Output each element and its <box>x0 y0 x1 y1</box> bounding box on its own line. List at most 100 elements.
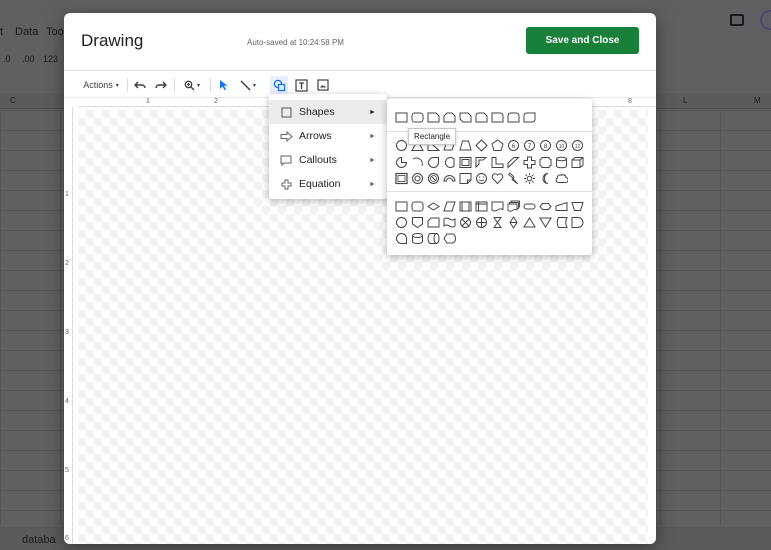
flowchart-manual-input-shape-icon[interactable] <box>554 199 568 213</box>
image-icon[interactable] <box>314 76 332 94</box>
save-and-close-button[interactable]: Save and Close <box>526 27 639 54</box>
cube-shape-icon[interactable] <box>570 155 584 169</box>
diamond-shape-icon[interactable] <box>474 138 488 152</box>
svg-text:12: 12 <box>574 144 580 150</box>
ruler-mark: 5 <box>65 467 69 474</box>
plaque-shape-icon[interactable] <box>538 155 552 169</box>
ellipse-shape-icon[interactable] <box>394 138 408 152</box>
ruler-mark: 3 <box>65 329 69 336</box>
zoom-icon[interactable]: ▾ <box>179 76 205 94</box>
decagon-number-shape-icon[interactable]: 10 <box>554 138 568 152</box>
toolbar-divider <box>127 78 128 92</box>
menu-item-callouts[interactable]: Callouts ► <box>269 148 387 172</box>
round-same-side-rectangle-shape-icon[interactable] <box>506 110 520 124</box>
snip-corner-rectangle-shape-icon[interactable] <box>426 110 440 124</box>
sun-shape-icon[interactable] <box>522 171 536 185</box>
flowchart-collate-shape-icon[interactable] <box>490 215 504 229</box>
undo-icon[interactable] <box>132 76 148 94</box>
half-frame-shape-icon[interactable] <box>474 155 488 169</box>
frame-shape-icon[interactable] <box>458 155 472 169</box>
snip-diagonal-rectangle-shape-icon[interactable] <box>458 110 472 124</box>
flowchart-card-shape-icon[interactable] <box>426 215 440 229</box>
flowchart-extract-shape-icon[interactable] <box>522 215 536 229</box>
ruler-mark: 6 <box>65 535 69 542</box>
teardrop-shape-icon[interactable] <box>426 155 440 169</box>
line-icon[interactable]: ▾ <box>236 76 260 94</box>
flowchart-predefined-process-shape-icon[interactable] <box>458 199 472 213</box>
select-icon[interactable] <box>216 76 232 94</box>
menu-item-label: Equation <box>299 178 341 190</box>
arc-shape-icon[interactable] <box>410 155 424 169</box>
flowchart-terminator-shape-icon[interactable] <box>522 199 536 213</box>
l-shape-icon[interactable] <box>490 155 504 169</box>
shape-icon[interactable] <box>270 76 288 94</box>
flowchart-multidocument-shape-icon[interactable] <box>506 199 520 213</box>
heptagon-number-shape-icon[interactable]: 7 <box>522 138 536 152</box>
smiley-face-shape-icon[interactable] <box>474 171 488 185</box>
moon-shape-icon[interactable] <box>538 171 552 185</box>
menu-item-equation[interactable]: Equation ► <box>269 172 387 196</box>
redo-icon[interactable] <box>153 76 169 94</box>
textbox-icon[interactable] <box>292 76 310 94</box>
pie-shape-icon[interactable] <box>394 155 408 169</box>
actions-label: Actions <box>83 80 113 90</box>
lightning-bolt-shape-icon[interactable] <box>506 171 520 185</box>
ruler-mark: 2 <box>214 98 218 105</box>
flowchart-offpage-connector-shape-icon[interactable] <box>410 215 424 229</box>
pentagon-shape-icon[interactable] <box>490 138 504 152</box>
trapezoid-shape-icon[interactable] <box>458 138 472 152</box>
can-shape-icon[interactable] <box>554 155 568 169</box>
folded-corner-shape-icon[interactable] <box>458 171 472 185</box>
flowchart-data-shape-icon[interactable] <box>442 199 456 213</box>
flowchart-merge-shape-icon[interactable] <box>538 215 552 229</box>
flowchart-connector-shape-icon[interactable] <box>394 215 408 229</box>
flowchart-direct-access-storage-shape-icon[interactable] <box>426 231 440 245</box>
flowchart-sequential-access-storage-shape-icon[interactable] <box>394 231 408 245</box>
round-corner-rectangle-shape-icon[interactable] <box>490 110 504 124</box>
flowchart-shapes-row <box>394 199 584 213</box>
flowchart-stored-data-shape-icon[interactable] <box>554 215 568 229</box>
dodecagon-number-shape-icon[interactable]: 12 <box>570 138 584 152</box>
shape-menu: Shapes ► Arrows ► Callouts ► Equation ► <box>269 94 387 199</box>
rectangle-shapes-row <box>394 110 536 124</box>
snip-same-side-rectangle-shape-icon[interactable] <box>442 110 456 124</box>
flowchart-internal-storage-shape-icon[interactable] <box>474 199 488 213</box>
toolbar-divider <box>174 78 175 92</box>
heart-shape-icon[interactable] <box>490 171 504 185</box>
no-symbol-shape-icon[interactable] <box>426 171 440 185</box>
flowchart-document-shape-icon[interactable] <box>490 199 504 213</box>
flowchart-manual-operation-shape-icon[interactable] <box>570 199 584 213</box>
plus-shape-icon[interactable] <box>522 155 536 169</box>
snip-round-rectangle-shape-icon[interactable] <box>474 110 488 124</box>
menu-item-shapes[interactable]: Shapes ► <box>269 100 387 124</box>
actions-menu-button[interactable]: Actions ▾ <box>80 76 122 94</box>
rounded-rectangle-shape-icon[interactable] <box>410 110 424 124</box>
flowchart-preparation-shape-icon[interactable] <box>538 199 552 213</box>
flowchart-alternate-process-shape-icon[interactable] <box>410 199 424 213</box>
column-header-l: L <box>683 96 688 105</box>
cloud-shape-icon[interactable] <box>554 171 568 185</box>
submenu-arrow-icon: ► <box>369 180 376 188</box>
flowchart-summing-junction-shape-icon[interactable] <box>458 215 472 229</box>
menu-item-arrows[interactable]: Arrows ► <box>269 124 387 148</box>
diagonal-stripe-shape-icon[interactable] <box>506 155 520 169</box>
flowchart-decision-shape-icon[interactable] <box>426 199 440 213</box>
menu-item-partial: t <box>0 26 4 38</box>
round-diagonal-rectangle-shape-icon[interactable] <box>522 110 536 124</box>
bevel-shape-icon[interactable] <box>394 171 408 185</box>
flowchart-punched-tape-shape-icon[interactable] <box>442 215 456 229</box>
rectangle-shape-icon[interactable] <box>394 110 408 124</box>
chord-shape-icon[interactable] <box>442 155 456 169</box>
flowchart-delay-shape-icon[interactable] <box>570 215 584 229</box>
flowchart-magnetic-disk-shape-icon[interactable] <box>410 231 424 245</box>
flowchart-process-shape-icon[interactable] <box>394 199 408 213</box>
comment-icon <box>730 14 744 26</box>
flowchart-or-shape-icon[interactable] <box>474 215 488 229</box>
block-arc-shape-icon[interactable] <box>442 171 456 185</box>
donut-shape-icon[interactable] <box>410 171 424 185</box>
submenu-divider <box>387 191 592 192</box>
hexagon-number-shape-icon[interactable]: 6 <box>506 138 520 152</box>
flowchart-display-shape-icon[interactable] <box>442 231 456 245</box>
octagon-number-shape-icon[interactable]: 8 <box>538 138 552 152</box>
flowchart-sort-shape-icon[interactable] <box>506 215 520 229</box>
